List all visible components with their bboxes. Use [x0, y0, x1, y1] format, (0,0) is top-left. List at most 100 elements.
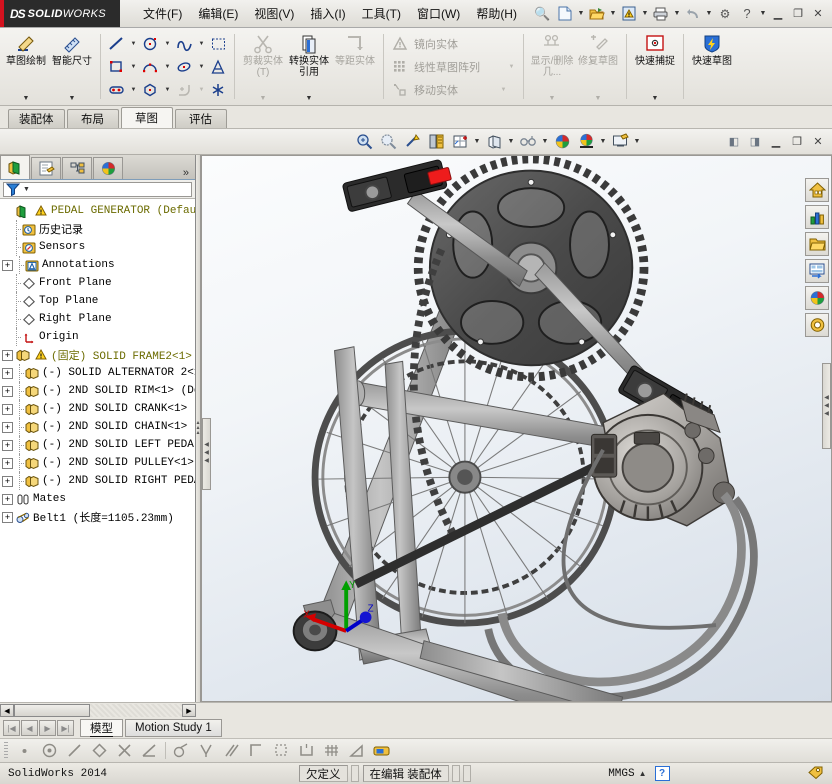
coincident-relation-icon[interactable] — [87, 740, 112, 762]
mirror-entities-item[interactable]: 镜向实体 — [388, 33, 519, 55]
triangle-icon[interactable] — [344, 740, 369, 762]
convert-entities-caret[interactable]: ▼ — [306, 95, 313, 103]
doc-tab-motion-study-1[interactable]: Motion Study 1 — [125, 719, 222, 737]
tree-item-2nd-solid-crank[interactable]: + (-) 2ND SOLID CRANK<1> (De — [0, 400, 195, 418]
open-document-caret[interactable]: ▼ — [608, 10, 618, 17]
sketch-draw-caret[interactable]: ▼ — [23, 95, 30, 103]
tree-expander[interactable]: + — [2, 475, 13, 487]
menu-file[interactable]: 文件(F) — [136, 2, 189, 25]
tree-expander[interactable]: + — [2, 385, 13, 397]
tree-expander[interactable]: + — [2, 493, 13, 505]
tab-sketch[interactable]: 草图 — [120, 107, 173, 128]
prev-tab-button[interactable]: ◀ — [21, 720, 38, 736]
tree-expander[interactable]: + — [2, 349, 13, 361]
trim-entities-caret[interactable]: ▼ — [260, 95, 267, 103]
view-home-icon[interactable] — [805, 178, 829, 202]
convert-entities-button[interactable]: 转换实体引用 ▼ — [286, 30, 332, 103]
perpendicular-relation-icon[interactable] — [194, 740, 219, 762]
view-chart-icon[interactable] — [805, 205, 829, 229]
open-document-button[interactable] — [586, 3, 608, 25]
tree-item-solid-frame2[interactable]: + (固定) SOLID FRAME2<1> — [0, 346, 195, 364]
tag-status-icon[interactable] — [807, 765, 828, 783]
trim-entities-button[interactable]: 剪裁实体(T) ▼ — [240, 30, 286, 103]
dashed-box-icon[interactable] — [269, 740, 294, 762]
menu-help[interactable]: 帮助(H) — [469, 2, 524, 25]
angle-relation-icon[interactable] — [137, 740, 162, 762]
repair-sketch-caret[interactable]: ▼ — [595, 95, 602, 103]
units-caret[interactable]: ▲ — [639, 769, 655, 778]
displaymanager-tab[interactable] — [93, 157, 123, 179]
measure-icon[interactable] — [369, 740, 394, 762]
line-tool-caret[interactable]: ▼ — [128, 41, 139, 47]
arc-tool-caret[interactable]: ▼ — [162, 64, 173, 70]
tree-expander[interactable]: + — [2, 367, 13, 379]
concentric-relation-icon[interactable] — [37, 740, 62, 762]
tab-layout[interactable]: 布局 — [66, 109, 119, 128]
new-document-button[interactable] — [554, 3, 576, 25]
rapid-sketch-button[interactable]: 快速草图 — [689, 30, 735, 103]
move-entities-item[interactable]: 移动实体 ▼ — [388, 79, 519, 101]
restore-doc-button[interactable]: ❐ — [787, 133, 807, 151]
previous-view-button[interactable] — [400, 130, 424, 153]
options-button[interactable]: ⚙ — [714, 3, 736, 25]
view-decal-icon[interactable] — [805, 313, 829, 337]
menu-insert[interactable]: 插入(I) — [303, 2, 352, 25]
last-tab-button[interactable]: ▶| — [57, 720, 74, 736]
offset-entities-button[interactable]: 等距实体 — [332, 30, 378, 103]
tree-item-top-plane[interactable]: Top Plane — [0, 292, 195, 310]
view-settings-caret[interactable]: ▼ — [632, 138, 642, 145]
viewport-right-flyout-tab[interactable]: ◀ ◀ ◀ — [822, 363, 831, 450]
slot-tool-caret[interactable]: ▼ — [128, 87, 139, 93]
tree-expander[interactable]: + — [2, 511, 13, 523]
print-caret[interactable]: ▼ — [672, 10, 682, 17]
grid-icon[interactable] — [319, 740, 344, 762]
help-status-icon[interactable]: ? — [654, 766, 670, 781]
view-folder-icon[interactable] — [805, 232, 829, 256]
tab-evaluate[interactable]: 评估 — [174, 109, 227, 128]
tree-item-right-plane[interactable]: Right Plane — [0, 310, 195, 328]
restore-button[interactable]: ❐ — [788, 5, 808, 23]
corner-relation-icon[interactable] — [244, 740, 269, 762]
view-appearance-icon[interactable] — [805, 286, 829, 310]
quick-snaps-caret[interactable]: ▼ — [652, 95, 659, 103]
menu-window[interactable]: 窗口(W) — [410, 2, 467, 25]
tile-left-button[interactable]: ◧ — [724, 133, 744, 151]
line-tool[interactable] — [105, 33, 128, 54]
close-doc-button[interactable]: ✕ — [808, 133, 828, 151]
repair-sketch-button[interactable]: 修复草图 ▼ — [575, 30, 621, 103]
polygon-tool[interactable] — [139, 79, 162, 100]
tangent-relation-icon[interactable] — [169, 740, 194, 762]
select-box-tool[interactable] — [207, 33, 230, 54]
scroll-right-arrow[interactable]: ▶ — [182, 704, 196, 717]
smart-dimension-button[interactable]: 智能尺寸 ▼ — [49, 30, 95, 103]
tree-horizontal-scrollbar[interactable]: ◀ ▶ — [0, 704, 196, 717]
graphics-viewport[interactable]: Y X Z ◀ ◀ ◀ ◀ ◀ ◀ — [201, 155, 832, 702]
section-view-button[interactable] — [424, 130, 448, 153]
minimize-doc-button[interactable]: ▁ — [766, 133, 786, 151]
rebuild-button[interactable] — [618, 3, 640, 25]
apply-scene-caret[interactable]: ▼ — [598, 138, 608, 145]
circle-tool[interactable] — [139, 33, 162, 54]
filter-caret[interactable]: ▼ — [23, 186, 30, 193]
menu-tools[interactable]: 工具(T) — [355, 2, 408, 25]
zoom-to-area-button[interactable] — [376, 130, 400, 153]
display-style-caret[interactable]: ▼ — [506, 138, 516, 145]
tree-item-front-plane[interactable]: Front Plane — [0, 274, 195, 292]
scroll-left-arrow[interactable]: ◀ — [0, 704, 14, 717]
tree-item-mates[interactable]: + Mates — [0, 490, 195, 508]
view-orientation-button[interactable] — [448, 130, 472, 153]
linear-sketch-pattern-item[interactable]: 线性草图阵列 ▼ — [388, 56, 519, 78]
display-style-button[interactable] — [482, 130, 506, 153]
scroll-track[interactable] — [14, 704, 182, 717]
propertymanager-tab[interactable] — [31, 157, 61, 179]
tree-expander[interactable]: + — [2, 259, 13, 271]
tree-item-2nd-solid-chain[interactable]: + (-) 2ND SOLID CHAIN<1> (De — [0, 418, 195, 436]
hide-show-items-button[interactable] — [516, 130, 540, 153]
spline-tool-caret[interactable]: ▼ — [196, 41, 207, 47]
display-delete-relations-caret[interactable]: ▼ — [549, 95, 556, 103]
point-tool[interactable] — [207, 79, 230, 100]
fillet-tool[interactable] — [173, 79, 196, 100]
first-tab-button[interactable]: |◀ — [3, 720, 20, 736]
intersection-relation-icon[interactable] — [112, 740, 137, 762]
view-layout-icon[interactable] — [805, 259, 829, 283]
